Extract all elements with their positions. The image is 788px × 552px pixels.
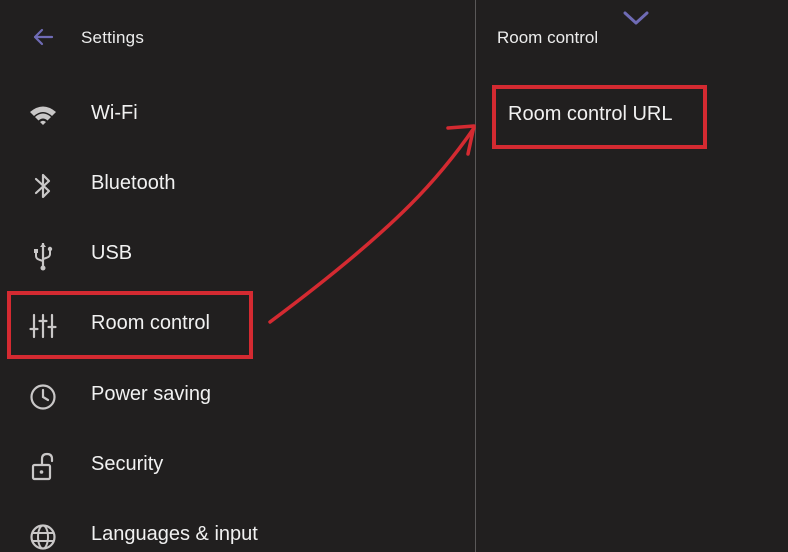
- room-control-url-label: Room control URL: [508, 103, 673, 125]
- arrow-left-icon: [33, 28, 54, 46]
- menu-item-label: USB: [91, 242, 133, 264]
- menu-item-bluetooth[interactable]: Bluetooth: [0, 154, 470, 216]
- page-title: Settings: [81, 28, 145, 47]
- menu-item-languages[interactable]: Languages & input: [0, 505, 470, 552]
- menu-item-label: Languages & input: [91, 523, 258, 545]
- menu-item-label: Bluetooth: [91, 172, 176, 194]
- menu-item-label: Security: [91, 453, 164, 475]
- wifi-icon: [28, 101, 58, 131]
- menu-item-power-saving[interactable]: Power saving: [0, 365, 470, 427]
- pane-divider: [475, 0, 476, 552]
- menu-item-label: Wi-Fi: [91, 102, 138, 124]
- unlock-icon: [28, 452, 58, 482]
- menu-item-wifi[interactable]: Wi-Fi: [0, 84, 470, 146]
- settings-screen: Settings Wi-Fi Bluetooth USB Room contro…: [0, 0, 788, 552]
- back-button[interactable]: [26, 22, 60, 52]
- clock-icon: [28, 382, 58, 412]
- menu-item-usb[interactable]: USB: [0, 224, 470, 286]
- chevron-down-icon: [623, 11, 649, 25]
- globe-icon: [28, 522, 58, 552]
- room-control-url-item[interactable]: Room control URL: [494, 86, 704, 146]
- sliders-icon: [28, 311, 58, 341]
- menu-item-label: Room control: [91, 312, 210, 334]
- menu-item-label: Power saving: [91, 383, 212, 405]
- menu-item-room-control[interactable]: Room control: [0, 294, 470, 356]
- bluetooth-icon: [28, 171, 58, 201]
- detail-title: Room control: [497, 28, 599, 47]
- usb-icon: [28, 241, 58, 271]
- menu-item-security[interactable]: Security: [0, 435, 470, 497]
- collapse-button[interactable]: [622, 8, 650, 30]
